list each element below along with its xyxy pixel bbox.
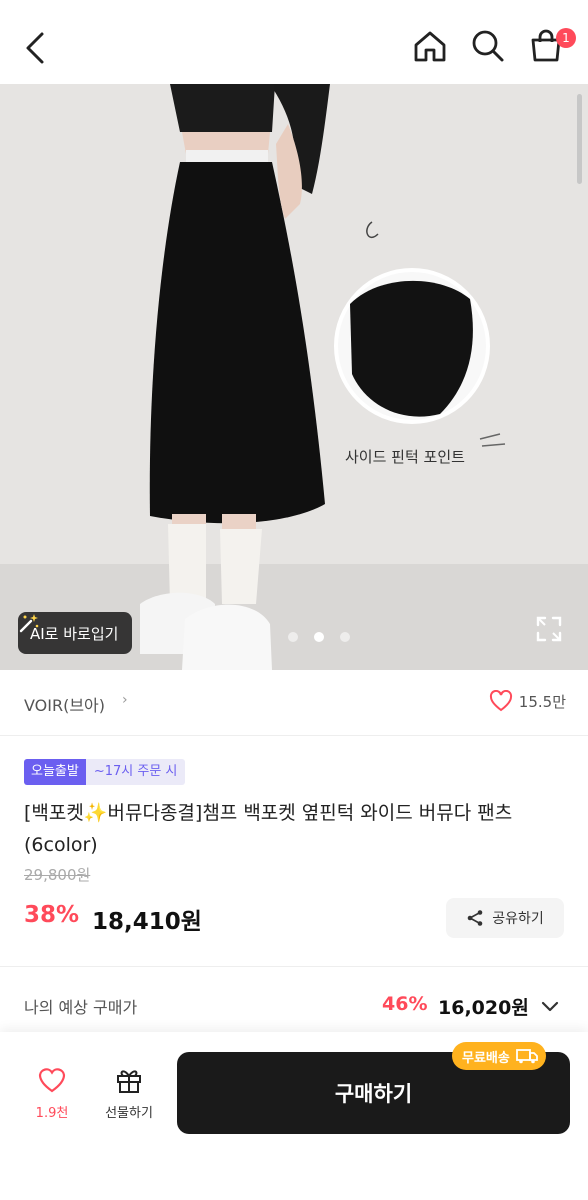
scrollbar[interactable] bbox=[577, 94, 582, 184]
home-button[interactable] bbox=[410, 26, 450, 66]
wishlist-button[interactable]: 1.9천 bbox=[24, 1066, 80, 1121]
home-icon bbox=[414, 31, 446, 62]
top-bar: 1 bbox=[0, 0, 588, 84]
search-icon bbox=[472, 30, 504, 62]
wishlist-count: 1.9천 bbox=[35, 1106, 69, 1121]
expected-price-toggle[interactable] bbox=[540, 996, 560, 1016]
photo-overlay-text: 사이드 핀턱 포인트 bbox=[345, 448, 465, 466]
back-button[interactable] bbox=[18, 28, 58, 68]
ai-button-label: AI로 바로입기 bbox=[30, 624, 119, 643]
carousel-dot[interactable] bbox=[288, 632, 298, 642]
free-shipping-label: 무료배송 bbox=[462, 1050, 510, 1066]
truck-icon bbox=[515, 1049, 538, 1064]
free-shipping-tag: 무료배송 bbox=[452, 1042, 546, 1070]
expand-icon bbox=[536, 616, 562, 642]
heart-icon bbox=[38, 1068, 66, 1093]
sale-price: 18,410원 bbox=[92, 909, 202, 935]
carousel-indicator bbox=[288, 632, 350, 642]
discount-rate: 38% bbox=[24, 902, 80, 928]
heart-icon bbox=[489, 690, 512, 712]
order-cutoff-badge: ~17시 주문 시 bbox=[85, 759, 186, 785]
carousel-dot[interactable] bbox=[340, 632, 350, 642]
brand-name-link[interactable]: VOIR(브아) bbox=[24, 692, 105, 716]
share-label: 공유하기 bbox=[492, 911, 544, 927]
cart-count-badge: 1 bbox=[556, 28, 576, 48]
share-button[interactable]: 공유하기 bbox=[446, 898, 564, 938]
gift-button[interactable]: 선물하기 bbox=[96, 1066, 162, 1121]
gift-icon bbox=[117, 1070, 141, 1093]
cart-button[interactable]: 1 bbox=[526, 26, 576, 66]
product-photo: 사이드 핀턱 포인트 bbox=[0, 84, 588, 670]
delivery-badges: 오늘출발 ~17시 주문 시 bbox=[24, 759, 186, 785]
expected-discount-rate: 46% bbox=[382, 993, 428, 1015]
bottom-action-bar: 1.9천 선물하기 구매하기 무료배송 bbox=[0, 1032, 588, 1200]
share-icon bbox=[467, 910, 483, 926]
back-icon bbox=[26, 32, 44, 64]
gift-label: 선물하기 bbox=[105, 1106, 153, 1121]
magic-wand-icon bbox=[19, 614, 39, 633]
chevron-down-icon bbox=[541, 1001, 559, 1012]
expected-price: 16,020원 bbox=[438, 997, 529, 1019]
expand-image-button[interactable] bbox=[534, 614, 564, 644]
original-price: 29,800원 bbox=[24, 866, 91, 884]
search-button[interactable] bbox=[468, 26, 508, 66]
chevron-right-icon: › bbox=[122, 692, 128, 708]
brand-row: VOIR(브아) › 15.5만 bbox=[0, 670, 588, 736]
ai-try-on-button[interactable]: AI로 바로입기 bbox=[18, 612, 133, 654]
like-count: 15.5만 bbox=[518, 692, 566, 711]
divider bbox=[0, 966, 588, 967]
expected-price-label: 나의 예상 구매가 bbox=[24, 998, 138, 1017]
carousel-dot-active[interactable] bbox=[314, 632, 324, 642]
product-image-carousel[interactable]: 사이드 핀턱 포인트 AI로 바로입기 bbox=[0, 84, 588, 670]
like-button[interactable]: 15.5만 bbox=[489, 690, 566, 712]
product-title: [백포켓✨버뮤다종결]챔프 백포켓 옆핀턱 와이드 버뮤다 팬츠(6color) bbox=[24, 802, 513, 856]
today-shipping-badge: 오늘출발 bbox=[24, 759, 86, 785]
